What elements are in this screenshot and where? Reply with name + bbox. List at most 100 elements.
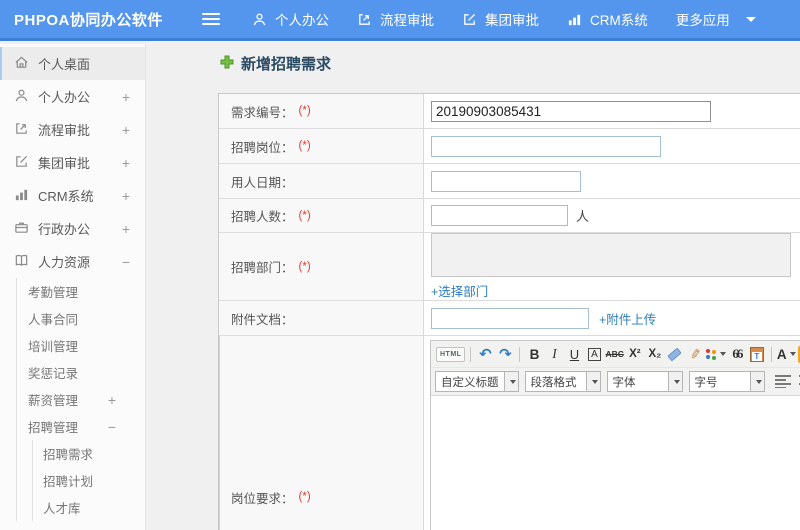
hire-date-input[interactable] (431, 170, 581, 192)
field-label: 用人日期： (231, 175, 294, 190)
sidebar-item-process-approval[interactable]: 流程审批 + (0, 113, 145, 146)
superscript-button[interactable]: X² (626, 344, 644, 364)
sidebar-item-group-approval[interactable]: 集团审批 + (0, 146, 145, 179)
underline-button[interactable]: U (565, 344, 583, 364)
editor-content-area[interactable] (431, 396, 800, 530)
sidebar-item-hr-contract[interactable]: 人事合同 (17, 305, 145, 332)
user-icon (252, 12, 267, 27)
sidebar-hr-submenu: 考勤管理 人事合同 培训管理 奖惩记录 薪资管理 + 招聘管理 − 招聘需求 招… (16, 278, 145, 521)
request-no-input[interactable] (431, 100, 711, 122)
nav-process-approval[interactable]: 流程审批 (357, 9, 434, 29)
font-color-button[interactable]: A (777, 344, 796, 364)
sidebar-item-attendance[interactable]: 考勤管理 (17, 278, 145, 305)
form-row-attachment: 附件文档： +附件上传 (219, 301, 800, 336)
paste-button[interactable]: T (748, 344, 766, 364)
edit-square-icon (462, 12, 477, 27)
subscript-button[interactable]: X₂ (646, 344, 664, 364)
position-input[interactable] (431, 135, 661, 157)
eraser-icon (667, 347, 683, 361)
bold-button[interactable]: B (525, 344, 543, 364)
page-title: 新增招聘需求 (220, 53, 331, 74)
sidebar-item-hr[interactable]: 人力资源 − (0, 245, 145, 278)
form-row-requirements: 岗位要求： (*) HTML ↶ ↷ B I U A ABC X² X₂ ✎ 6… (219, 336, 800, 530)
sidebar-item-desktop[interactable]: 个人桌面 (0, 47, 145, 80)
caret-down-icon[interactable] (745, 16, 756, 22)
sidebar-recruit-submenu: 招聘需求 招聘计划 人才库 (32, 440, 145, 521)
attachment-input[interactable] (431, 307, 589, 329)
form-row-headcount: 招聘人数： (*) 人 (219, 199, 800, 233)
field-label: 需求编号： (231, 105, 294, 120)
expand-icon[interactable]: + (108, 392, 116, 408)
caret-down-icon (591, 379, 598, 384)
field-label: 附件文档： (231, 312, 294, 327)
strikethrough-button[interactable]: ABC (605, 344, 623, 364)
sidebar-item-crm[interactable]: CRM系统 + (0, 179, 145, 212)
required-mark: (*) (298, 260, 311, 273)
bar-chart-icon (14, 187, 38, 205)
caret-down-icon (755, 379, 762, 384)
edit-square-icon (14, 154, 38, 172)
editor-toolbar-row2: 自定义标题 段落格式 字体 字号 (431, 368, 800, 396)
html-source-button[interactable]: HTML (436, 346, 466, 362)
sidebar-item-training[interactable]: 培训管理 (17, 332, 145, 359)
expand-icon[interactable]: + (122, 122, 130, 138)
sidebar-item-recruit-mgmt[interactable]: 招聘管理 − (17, 413, 145, 440)
sidebar-item-personal-office[interactable]: 个人办公 + (0, 80, 145, 113)
sidebar-item-recruit-request[interactable]: 招聘需求 (33, 440, 145, 467)
rich-text-editor: HTML ↶ ↷ B I U A ABC X² X₂ ✎ 66 T A 自定义标… (430, 340, 800, 530)
form-row-request-no: 需求编号： (*) (219, 94, 800, 129)
field-label: 招聘部门： (231, 261, 294, 275)
format-brush-button[interactable]: ✎ (686, 344, 704, 364)
required-mark: (*) (298, 491, 311, 503)
paragraph-format-dropdown[interactable]: 段落格式 (524, 371, 601, 392)
book-icon (14, 253, 38, 271)
expand-icon[interactable]: + (122, 188, 130, 204)
field-label: 岗位要求： (231, 491, 294, 506)
select-department-link[interactable]: +选择部门 (431, 281, 488, 300)
font-style-button[interactable]: A (585, 344, 603, 364)
font-family-dropdown[interactable]: 字体 (606, 371, 683, 392)
field-label: 招聘人数： (231, 210, 294, 224)
collapse-icon[interactable]: − (122, 254, 130, 270)
sidebar-item-salary[interactable]: 薪资管理 + (17, 386, 145, 413)
caret-down-icon (673, 379, 680, 384)
headcount-input[interactable] (431, 205, 568, 226)
home-icon (14, 55, 38, 73)
collapse-icon[interactable]: − (108, 419, 116, 435)
top-nav: 个人办公 流程审批 集团审批 CRM系统 更多应用 (252, 9, 756, 29)
nav-crm[interactable]: CRM系统 (567, 9, 648, 29)
color-palette-button[interactable] (705, 344, 726, 364)
eraser-button[interactable] (666, 344, 684, 364)
expand-icon[interactable]: + (122, 221, 130, 237)
sidebar-item-admin-office[interactable]: 行政办公 + (0, 212, 145, 245)
clipboard-icon: T (749, 346, 764, 362)
caret-down-icon (719, 352, 726, 356)
caret-down-icon (509, 379, 516, 384)
expand-icon[interactable]: + (122, 89, 130, 105)
italic-button[interactable]: I (545, 344, 563, 364)
sidebar-item-recruit-plan[interactable]: 招聘计划 (33, 467, 145, 494)
app-logo: PHPOA协同办公软件 (14, 11, 163, 29)
undo-button[interactable]: ↶ (476, 344, 494, 364)
expand-icon[interactable]: + (122, 155, 130, 171)
department-textarea[interactable] (431, 233, 791, 277)
custom-title-dropdown[interactable]: 自定义标题 (435, 371, 519, 392)
align-left-button[interactable] (774, 375, 791, 388)
sidebar-item-talent-pool[interactable]: 人才库 (33, 494, 145, 521)
hamburger-menu-icon[interactable] (202, 12, 222, 26)
field-label: 招聘岗位： (231, 140, 294, 155)
bar-chart-icon (567, 12, 582, 27)
attachment-upload-link[interactable]: +附件上传 (599, 309, 656, 328)
briefcase-icon (14, 220, 38, 238)
form-row-department: 招聘部门： (*) +选择部门 (219, 233, 800, 301)
sidebar: 个人桌面 个人办公 + 流程审批 + 集团审批 + CRM系统 + 行政办公 +… (0, 44, 146, 530)
blockquote-button[interactable]: 66 (728, 344, 746, 364)
top-header: PHPOA协同办公软件 个人办公 流程审批 集团审批 CRM系统 更多应用 (0, 0, 800, 41)
user-icon (14, 88, 38, 106)
sidebar-item-rewards[interactable]: 奖惩记录 (17, 359, 145, 386)
nav-more-apps[interactable]: 更多应用 (676, 9, 730, 29)
nav-group-approval[interactable]: 集团审批 (462, 9, 539, 29)
font-size-dropdown[interactable]: 字号 (688, 371, 765, 392)
redo-button[interactable]: ↷ (496, 344, 514, 364)
nav-personal-office[interactable]: 个人办公 (252, 9, 329, 29)
